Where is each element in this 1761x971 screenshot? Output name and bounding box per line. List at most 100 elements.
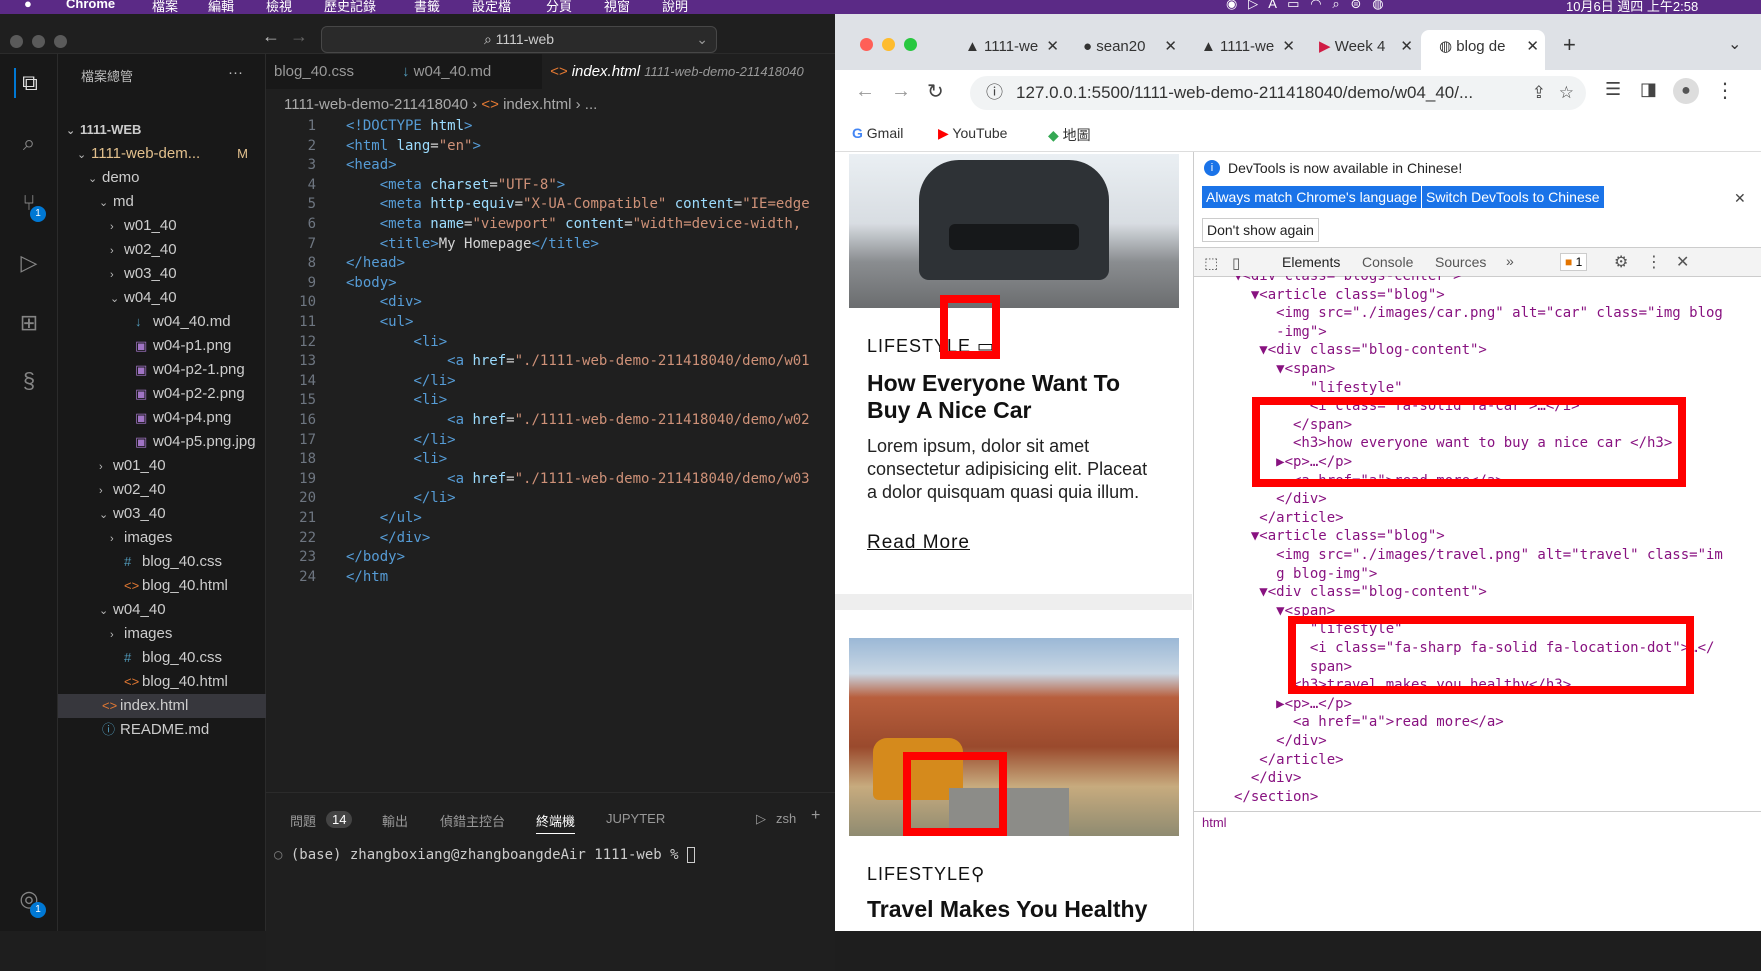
- tree-item[interactable]: ▣ w04-p2-1.png: [58, 358, 266, 382]
- tree-item[interactable]: ⌄ 1111-WEB: [58, 118, 266, 142]
- menu-help[interactable]: 說明: [662, 0, 688, 14]
- menu-window[interactable]: 視窗: [604, 0, 630, 14]
- tree-item[interactable]: › images: [58, 622, 266, 646]
- zoom-window-button[interactable]: [54, 35, 67, 48]
- menubar-clock[interactable]: 10月6日 週四 上午2:58: [1566, 0, 1698, 14]
- dom-node-line[interactable]: </section>: [1234, 789, 1318, 805]
- python-icon[interactable]: §: [14, 366, 44, 396]
- dom-node-line[interactable]: ▶<p>…</p>: [1234, 696, 1352, 712]
- code-editor[interactable]: 1 <!DOCTYPE html> 2 <html lang="en"> 3 <head>…: [266, 118, 835, 638]
- extensions-icon[interactable]: ⊞: [14, 308, 44, 338]
- tree-item[interactable]: ▣ w04-p4.png: [58, 406, 266, 430]
- terminal-output[interactable]: ○ (base) zhangboxiang@zhangboangdeAir 11…: [274, 847, 696, 863]
- close-icon[interactable]: ✕: [1046, 30, 1059, 64]
- command-center-search[interactable]: ⌕ 1111-web ⌄: [321, 26, 717, 53]
- minimize-window-button[interactable]: [882, 38, 895, 51]
- reload-icon[interactable]: ↻: [927, 79, 944, 104]
- menu-history[interactable]: 歷史記錄: [324, 0, 376, 14]
- more-tabs-icon[interactable]: »: [1506, 253, 1514, 269]
- dom-node-line[interactable]: -img">: [1234, 324, 1327, 340]
- tree-item[interactable]: ⌄ w04_40: [58, 286, 266, 310]
- search-icon[interactable]: ⌕: [14, 128, 44, 158]
- dom-node-line[interactable]: ▼<article class="blog">: [1234, 287, 1445, 303]
- settings-gear-icon[interactable]: ⚙: [1614, 252, 1628, 272]
- tree-item[interactable]: ▣ w04-p1.png: [58, 334, 266, 358]
- reading-list-icon[interactable]: ☰: [1605, 79, 1621, 100]
- dont-show-again-button[interactable]: Don't show again: [1202, 218, 1319, 242]
- address-bar[interactable]: ⓘ 127.0.0.1:5500/1111-web-demo-211418040…: [970, 76, 1586, 110]
- device-toolbar-icon[interactable]: ▯: [1232, 254, 1240, 272]
- forward-arrow-icon[interactable]: →: [891, 80, 911, 103]
- issues-badge[interactable]: ■ 1: [1560, 253, 1588, 271]
- back-arrow-icon[interactable]: ←: [262, 26, 280, 47]
- explorer-icon[interactable]: ⧉: [14, 68, 44, 98]
- breadcrumb-folder[interactable]: 1111-web-demo-211418040: [284, 96, 468, 113]
- menubar-status-icons[interactable]: ◉ ▷ A ▭ ◠ ⌕ ⊜ ◍: [1226, 0, 1384, 12]
- dom-node-line[interactable]: </div>: [1234, 770, 1302, 786]
- close-icon[interactable]: ✕: [1164, 30, 1177, 64]
- browser-tab-active[interactable]: ◍ blog de ✕: [1421, 30, 1545, 70]
- tree-item[interactable]: ⓘ README.md: [58, 718, 266, 742]
- dom-node-line[interactable]: ▼<div class="blog-content">: [1234, 584, 1487, 600]
- tab-index-html[interactable]: <> index.html 1111-web-demo-211418040: [542, 54, 835, 89]
- elements-dom-tree[interactable]: ▼<div class="blogs-center"> ▼<article cl…: [1194, 276, 1761, 811]
- tree-item[interactable]: ↓ w04_40.md: [58, 310, 266, 334]
- dom-node-line[interactable]: ▼<div class="blogs-center">: [1234, 276, 1462, 284]
- back-arrow-icon[interactable]: ←: [855, 80, 875, 103]
- tree-item[interactable]: <> blog_40.html: [58, 574, 266, 598]
- tab-output[interactable]: 輸出: [382, 811, 408, 830]
- dom-node-line[interactable]: </div>: [1234, 491, 1327, 507]
- tab-console[interactable]: Console: [1362, 254, 1413, 270]
- menu-profiles[interactable]: 設定檔: [472, 0, 511, 14]
- menu-view[interactable]: 檢視: [266, 0, 292, 14]
- web-page-viewport[interactable]: LIFESTYLE ▭ How Everyone Want To Buy A N…: [835, 152, 1192, 931]
- close-icon[interactable]: ✕: [1676, 252, 1689, 272]
- chrome-menu-icon[interactable]: ⋮: [1715, 78, 1735, 103]
- menu-tab[interactable]: 分頁: [546, 0, 572, 14]
- match-language-button[interactable]: Always match Chrome's language: [1202, 186, 1422, 208]
- menu-edit[interactable]: 編輯: [208, 0, 234, 14]
- apple-icon[interactable]: ●: [24, 0, 32, 11]
- new-terminal-plus-icon[interactable]: +: [811, 807, 820, 825]
- dom-node-line[interactable]: ▼<article class="blog">: [1234, 528, 1445, 544]
- share-icon[interactable]: ⇪: [1532, 76, 1546, 110]
- tree-item[interactable]: # blog_40.css: [58, 646, 266, 670]
- dom-node-line[interactable]: <a href="a">read more</a>: [1234, 714, 1504, 730]
- tab-search-chevron-icon[interactable]: ⌄: [1728, 34, 1741, 54]
- close-icon[interactable]: ✕: [1282, 30, 1295, 64]
- tree-item[interactable]: ⌄ 1111-web-dem... M: [58, 142, 266, 166]
- site-info-icon[interactable]: ⓘ: [986, 76, 1003, 110]
- breadcrumb-file[interactable]: index.html: [503, 96, 571, 113]
- tab-debug-console[interactable]: 偵錯主控台: [440, 811, 505, 830]
- close-icon[interactable]: ✕: [1526, 30, 1539, 64]
- dom-node-line[interactable]: g blog-img">: [1234, 566, 1377, 582]
- tree-item[interactable]: # blog_40.css: [58, 550, 266, 574]
- tree-item[interactable]: ⌄ demo: [58, 166, 266, 190]
- browser-tab[interactable]: ● sean20 ✕: [1065, 30, 1183, 70]
- breadcrumb-symbol[interactable]: ...: [585, 96, 598, 113]
- tree-item[interactable]: › w02_40: [58, 238, 266, 262]
- tree-item[interactable]: › w01_40: [58, 454, 266, 478]
- close-icon[interactable]: ✕: [1734, 190, 1746, 207]
- browser-tab[interactable]: ▲ 1111-we ✕: [947, 30, 1065, 70]
- tree-item[interactable]: <> index.html: [58, 694, 266, 718]
- menu-bookmarks[interactable]: 書籤: [414, 0, 440, 14]
- dom-node-line[interactable]: <img src="./images/car.png" alt="car" cl…: [1234, 305, 1723, 321]
- read-more-link[interactable]: Read More: [867, 532, 970, 554]
- tree-item[interactable]: › w01_40: [58, 214, 266, 238]
- browser-tab[interactable]: ▲ 1111-we ✕: [1183, 30, 1301, 70]
- switch-to-chinese-button[interactable]: Switch DevTools to Chinese: [1422, 186, 1604, 208]
- tab-terminal[interactable]: 終端機: [536, 811, 576, 834]
- forward-arrow-icon[interactable]: →: [290, 26, 308, 47]
- dom-node-line[interactable]: ▼<span>: [1234, 361, 1335, 377]
- explorer-more-icon[interactable]: ···: [228, 64, 243, 81]
- bookmark-gmail[interactable]: G Gmail: [852, 125, 903, 141]
- dom-node-line[interactable]: </article>: [1234, 752, 1343, 768]
- tree-item[interactable]: ⌄ md: [58, 190, 266, 214]
- tab-sources[interactable]: Sources: [1435, 254, 1486, 270]
- tab-jupyter[interactable]: JUPYTER: [606, 811, 665, 826]
- dom-node-line[interactable]: ▼<div class="blog-content">: [1234, 342, 1487, 358]
- zoom-window-button[interactable]: [904, 38, 917, 51]
- close-window-button[interactable]: [10, 35, 23, 48]
- dom-node-line[interactable]: </article>: [1234, 510, 1343, 526]
